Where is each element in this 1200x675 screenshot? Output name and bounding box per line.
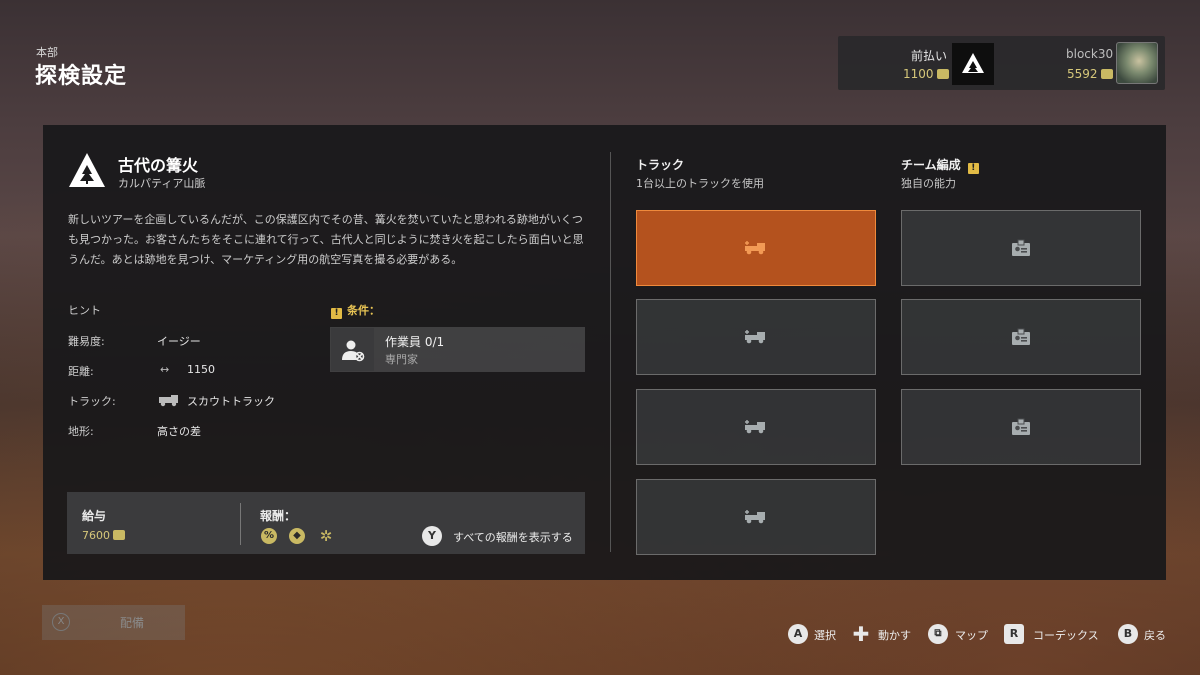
conditions-title: ! 条件： (331, 302, 380, 319)
team-slot-3[interactable] (901, 389, 1141, 465)
id-card-icon (1012, 418, 1030, 435)
truck-add-icon (745, 241, 765, 255)
map-hint[interactable]: マップ (955, 627, 988, 643)
company-logo (952, 43, 994, 85)
back-hint[interactable]: 戻る (1144, 627, 1166, 643)
truck-add-icon (745, 510, 765, 524)
team-title: チーム編成 ! (901, 156, 984, 174)
codex-hint[interactable]: コーデックス (1033, 627, 1099, 643)
b-button-icon: B (1118, 624, 1138, 644)
mountain-icon (68, 152, 106, 192)
truck-slot-3[interactable] (636, 389, 876, 465)
specialist-icon (331, 328, 374, 371)
rewards-divider (240, 503, 241, 545)
condition-sub: 専門家 (385, 353, 418, 366)
page-title: 探検設定 (35, 64, 128, 89)
money-icon (113, 530, 125, 540)
panel-divider (610, 152, 611, 552)
terrain-label: 地形: (68, 425, 94, 438)
truck-slot-2[interactable] (636, 299, 876, 375)
trucks-title: トラック (636, 158, 685, 172)
distance-label: 距離: (68, 365, 94, 378)
prepay-value: 1100 (903, 67, 949, 81)
team-slot-1[interactable] (901, 210, 1141, 286)
x-button-icon: X (52, 613, 70, 631)
gear-reward-icon: ✲ (319, 527, 333, 545)
pay-title: 給与 (82, 509, 107, 523)
user-balance: 5592 (1067, 67, 1113, 81)
location-reward-icon: ◆ (289, 528, 305, 544)
terrain-value: 高さの差 (157, 425, 201, 438)
truck-label: トラック: (68, 395, 116, 408)
view-button-icon: ⧉ (928, 624, 948, 644)
distance-value: 1150 (187, 363, 215, 376)
trucks-subtitle: 1台以上のトラックを使用 (636, 177, 764, 190)
dpad-icon: ✚ (852, 622, 870, 646)
reward-title: 報酬： (260, 509, 297, 523)
prepay-label: 前払い (911, 49, 948, 63)
team-subtitle: 独自の能力 (901, 177, 956, 190)
pay-value: 7600 (82, 529, 125, 542)
mission-region: カルパティア山脈 (118, 177, 206, 190)
mountain-logo-icon (962, 53, 984, 73)
truck-value: スカウトトラック (187, 395, 275, 408)
percent-reward-icon: % (261, 528, 277, 544)
condition-name: 作業員 0/1 (385, 335, 445, 349)
truck-slot-4[interactable] (636, 479, 876, 555)
user-name: block30 (1066, 47, 1114, 61)
mission-description: 新しいツアーを企画しているんだが、この保護区内でその昔、篝火を焚いていたと思われ… (68, 213, 584, 266)
avatar[interactable] (1116, 42, 1158, 84)
hints-title: ヒント (68, 304, 101, 317)
mission-name: 古代の篝火 (118, 156, 199, 175)
money-icon (936, 69, 949, 79)
show-all-rewards-button[interactable]: すべての報酬を表示する (453, 529, 573, 545)
money-icon (1100, 69, 1113, 79)
move-hint[interactable]: 動かす (878, 627, 911, 643)
select-hint[interactable]: 選択 (814, 627, 836, 643)
distance-arrows-icon: ↔ (160, 363, 170, 376)
truck-icon (158, 392, 180, 411)
y-button-icon[interactable]: Y (422, 526, 442, 546)
team-slot-2[interactable] (901, 299, 1141, 375)
difficulty-label: 難易度: (68, 335, 105, 348)
r-button-icon: R (1004, 624, 1024, 644)
warning-icon: ! (331, 308, 342, 319)
truck-add-icon (745, 330, 765, 344)
warning-icon: ! (967, 163, 979, 174)
a-button-icon: A (788, 624, 808, 644)
deploy-label: 配備 (120, 616, 145, 630)
truck-slot-1[interactable] (636, 210, 876, 286)
id-card-icon (1012, 328, 1030, 345)
difficulty-value: イージー (157, 335, 201, 348)
truck-add-icon (745, 420, 765, 434)
id-card-icon (1012, 239, 1030, 256)
